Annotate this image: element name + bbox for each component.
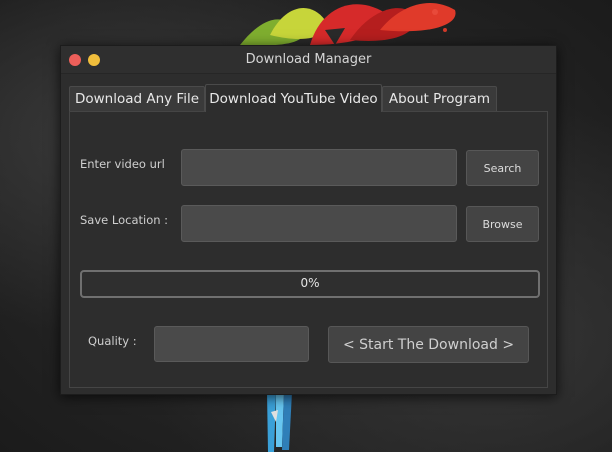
youtube-download-panel: Enter video url Search Save Location : B… (69, 111, 548, 388)
save-location-input[interactable] (181, 205, 457, 242)
titlebar: Download Manager (61, 46, 556, 74)
progress-text: 0% (300, 276, 320, 290)
url-label: Enter video url (80, 157, 165, 171)
window-title: Download Manager (245, 52, 372, 67)
tab-download-any-file[interactable]: Download Any File (69, 86, 205, 111)
quality-select[interactable] (154, 326, 309, 362)
browse-button[interactable]: Browse (466, 206, 539, 242)
start-download-button[interactable]: < Start The Download > (328, 326, 529, 363)
quality-label: Quality : (88, 334, 137, 348)
download-manager-window: Download Manager Download Any File Downl… (60, 45, 557, 395)
wallpaper-parrot-tail (267, 392, 292, 452)
tab-about-program[interactable]: About Program (382, 86, 497, 111)
download-progress-bar: 0% (80, 270, 540, 298)
search-button[interactable]: Search (466, 150, 539, 186)
video-url-input[interactable] (181, 149, 457, 186)
tab-download-youtube-video[interactable]: Download YouTube Video (205, 84, 382, 112)
save-location-label: Save Location : (80, 213, 169, 227)
wallpaper-parrot-art (240, 2, 456, 46)
